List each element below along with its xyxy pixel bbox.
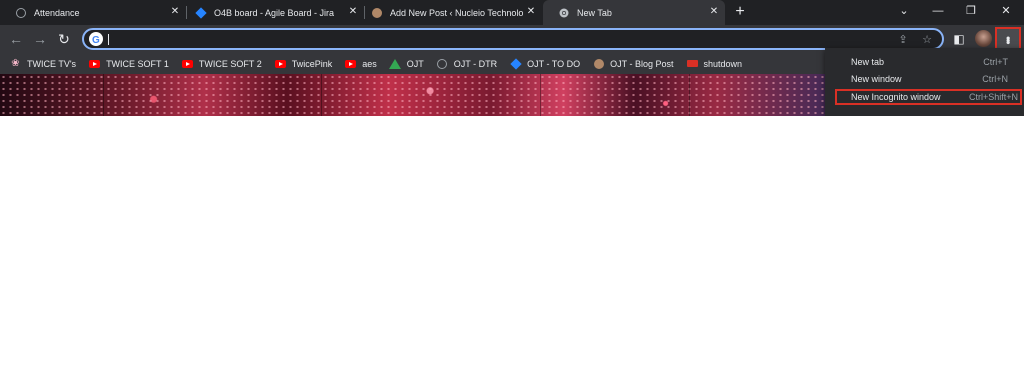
restore-button[interactable]: ❐ — [961, 2, 981, 20]
share-icon[interactable]: ⇪ — [896, 33, 910, 47]
tab-attendance[interactable]: Attendance ✕ — [0, 0, 186, 25]
chrome-icon — [559, 8, 569, 18]
close-icon[interactable]: ✕ — [709, 7, 719, 17]
tab-search-icon[interactable]: ⌄ — [894, 2, 914, 20]
more-vert-icon: ••• — [1001, 35, 1015, 43]
twice-icon: ❀ — [11, 58, 20, 69]
jira-icon — [195, 6, 207, 19]
menu-item-shortcut: Ctrl+T — [983, 57, 1008, 67]
bookmark-item[interactable]: ❀ TWICE TV's — [10, 58, 76, 69]
close-icon[interactable]: ✕ — [526, 7, 536, 17]
bookmark-item[interactable]: shutdown — [686, 58, 743, 69]
tab-add-new-post[interactable]: Add New Post ‹ Nucleio Technolo ✕ — [356, 0, 542, 25]
back-button[interactable]: ← — [8, 31, 24, 47]
avatar[interactable] — [975, 30, 992, 47]
page-content — [0, 116, 1024, 389]
bookmark-label: OJT - Blog Post — [610, 58, 674, 69]
menu-item-shortcut: Ctrl+N — [982, 74, 1008, 84]
google-icon: G — [89, 32, 103, 46]
globe-icon — [16, 7, 26, 18]
bookmark-label: aes — [362, 58, 377, 69]
bookmark-label: TwicePink — [291, 58, 333, 69]
tab-title: O4B board - Agile Board - Jira — [214, 7, 335, 18]
tab-strip: Attendance ✕ O4B board - Agile Board - J… — [0, 0, 1024, 25]
menu-item-label: New tab — [851, 57, 885, 67]
menu-item-new-incognito-window[interactable]: New Incognito window Ctrl+Shift+N — [835, 89, 1022, 105]
new-tab-button[interactable]: + — [732, 4, 748, 20]
bookmark-item[interactable]: OJT — [389, 58, 424, 69]
close-window-button[interactable]: ✕ — [996, 2, 1016, 20]
minimize-button[interactable]: — — [928, 2, 948, 20]
drive-icon — [389, 58, 402, 69]
bookmark-item[interactable]: OJT - DTR — [437, 58, 497, 69]
bookmark-label: TWICE SOFT 1 — [106, 58, 169, 69]
bookmark-label: TWICE SOFT 2 — [198, 58, 262, 69]
bookmark-item[interactable]: TWICE SOFT 2 — [181, 58, 262, 69]
menu-item-label: New window — [851, 74, 902, 84]
bookmark-item[interactable]: TWICE SOFT 1 — [89, 58, 169, 69]
tab-title: Add New Post ‹ Nucleio Technolo — [390, 7, 524, 18]
svg-text:G: G — [92, 35, 100, 46]
reload-button[interactable]: ↻ — [56, 31, 72, 47]
youtube-icon — [89, 58, 101, 69]
bookmark-label: OJT — [406, 58, 424, 69]
globe-icon — [437, 58, 448, 69]
bookmark-label: TWICE TV's — [27, 58, 77, 69]
bookmark-star-icon[interactable]: ☆ — [920, 33, 934, 47]
blog-icon — [372, 7, 382, 18]
side-panel-icon[interactable]: ◧ — [951, 31, 967, 47]
menu-item-shortcut: Ctrl+Shift+N — [968, 92, 1018, 102]
bookmark-item[interactable]: OJT - Blog Post — [593, 58, 674, 69]
bookmark-item[interactable]: TwicePink — [274, 58, 333, 69]
bookmark-label: OJT - TO DO — [527, 58, 581, 69]
tab-jira[interactable]: O4B board - Agile Board - Jira ✕ — [180, 0, 364, 25]
jira-icon — [509, 57, 522, 70]
close-icon[interactable]: ✕ — [170, 7, 180, 17]
tab-title: New Tab — [577, 7, 612, 18]
bookmark-item[interactable]: aes — [345, 58, 377, 69]
youtube-icon — [345, 58, 357, 69]
text-caret — [108, 34, 109, 45]
shutdown-icon — [686, 58, 698, 69]
menu-item-new-tab[interactable]: New tab Ctrl+T — [825, 54, 1024, 70]
tab-title: Attendance — [34, 7, 80, 18]
chrome-menu: New tab Ctrl+T New window Ctrl+N New Inc… — [825, 48, 1024, 116]
bookmark-label: shutdown — [703, 58, 743, 69]
address-input[interactable] — [112, 32, 872, 46]
blog-icon — [593, 58, 604, 69]
bookmark-item[interactable]: OJT - TO DO — [509, 57, 581, 70]
address-bar[interactable]: G ⇪ ☆ — [82, 28, 944, 50]
youtube-icon — [274, 58, 286, 69]
youtube-icon — [181, 58, 193, 69]
browser-chrome: Attendance ✕ O4B board - Agile Board - J… — [0, 0, 1024, 116]
tab-new-tab[interactable]: New Tab ✕ — [543, 0, 725, 25]
bookmark-label: OJT - DTR — [453, 58, 498, 69]
forward-button[interactable]: → — [32, 31, 48, 47]
menu-item-new-window[interactable]: New window Ctrl+N — [825, 71, 1024, 87]
menu-item-label: New Incognito window — [851, 92, 941, 102]
